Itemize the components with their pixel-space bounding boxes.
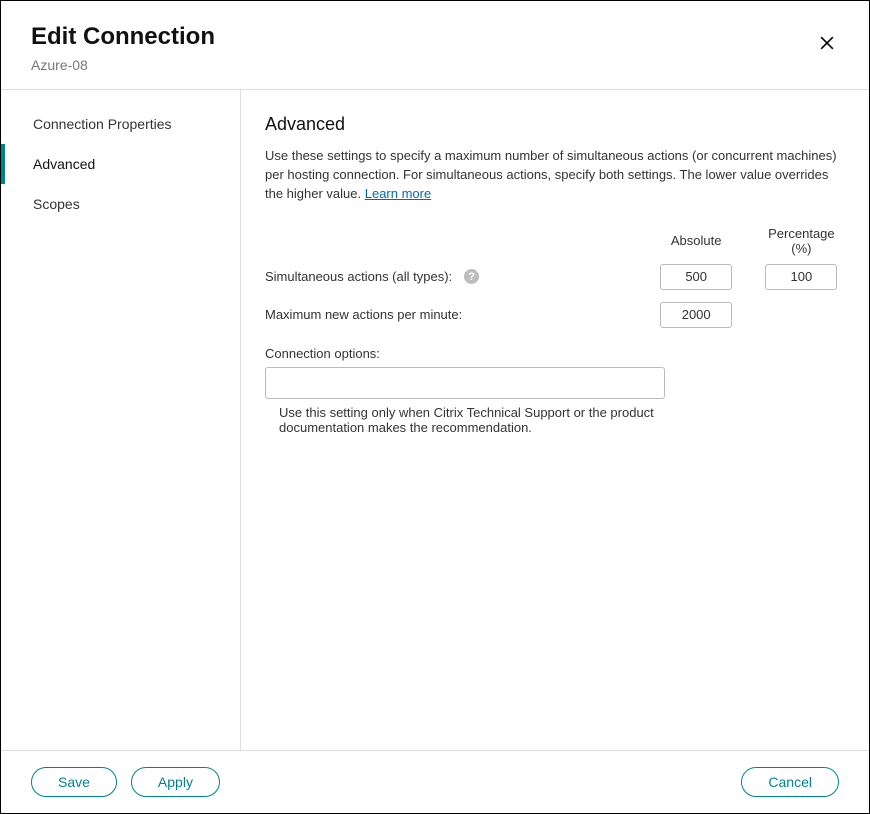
simultaneous-percentage-input[interactable]: [765, 264, 837, 290]
page-title: Edit Connection: [31, 23, 839, 51]
learn-more-link[interactable]: Learn more: [365, 186, 431, 201]
sidebar-item-label: Advanced: [33, 156, 95, 172]
row-max-new-actions: Maximum new actions per minute:: [265, 302, 845, 328]
page-subtitle: Azure-08: [31, 57, 839, 73]
close-icon: [817, 33, 837, 58]
connection-options-section: Connection options: Use this setting onl…: [265, 346, 845, 435]
max-new-actions-label: Maximum new actions per minute:: [265, 307, 462, 322]
section-heading: Advanced: [265, 114, 841, 135]
simultaneous-absolute-input[interactable]: [660, 264, 732, 290]
cancel-button[interactable]: Cancel: [741, 767, 839, 797]
columns-header: Absolute Percentage (%): [265, 226, 845, 256]
sidebar: Connection Properties Advanced Scopes: [1, 90, 241, 750]
row-label: Maximum new actions per minute:: [265, 307, 653, 322]
connection-options-hint: Use this setting only when Citrix Techni…: [265, 405, 665, 435]
simultaneous-actions-label: Simultaneous actions (all types):: [265, 269, 452, 284]
help-icon[interactable]: ?: [464, 269, 479, 284]
percentage-cell: [758, 264, 845, 290]
max-new-absolute-input[interactable]: [660, 302, 732, 328]
header: Edit Connection Azure-08: [1, 1, 869, 89]
description-text: Use these settings to specify a maximum …: [265, 148, 837, 201]
main-panel: Advanced Use these settings to specify a…: [241, 90, 869, 750]
sidebar-item-scopes[interactable]: Scopes: [1, 184, 240, 224]
absolute-cell: [653, 302, 740, 328]
absolute-cell: [653, 264, 740, 290]
sidebar-item-connection-properties[interactable]: Connection Properties: [1, 104, 240, 144]
column-percentage-header: Percentage (%): [758, 226, 845, 256]
row-simultaneous-actions: Simultaneous actions (all types): ?: [265, 264, 845, 290]
column-absolute-header: Absolute: [653, 233, 740, 248]
section-description: Use these settings to specify a maximum …: [265, 147, 841, 204]
close-button[interactable]: [813, 31, 841, 59]
save-button[interactable]: Save: [31, 767, 117, 797]
row-label: Simultaneous actions (all types): ?: [265, 269, 653, 284]
connection-options-label: Connection options:: [265, 346, 845, 361]
connection-options-input[interactable]: [265, 367, 665, 399]
sidebar-item-advanced[interactable]: Advanced: [1, 144, 240, 184]
footer: Save Apply Cancel: [1, 750, 869, 813]
sidebar-item-label: Scopes: [33, 196, 80, 212]
body: Connection Properties Advanced Scopes Ad…: [1, 90, 869, 750]
sidebar-item-label: Connection Properties: [33, 116, 172, 132]
apply-button[interactable]: Apply: [131, 767, 220, 797]
edit-connection-window: Edit Connection Azure-08 Connection Prop…: [0, 0, 870, 814]
form-area: Absolute Percentage (%) Simultaneous act…: [265, 226, 845, 435]
